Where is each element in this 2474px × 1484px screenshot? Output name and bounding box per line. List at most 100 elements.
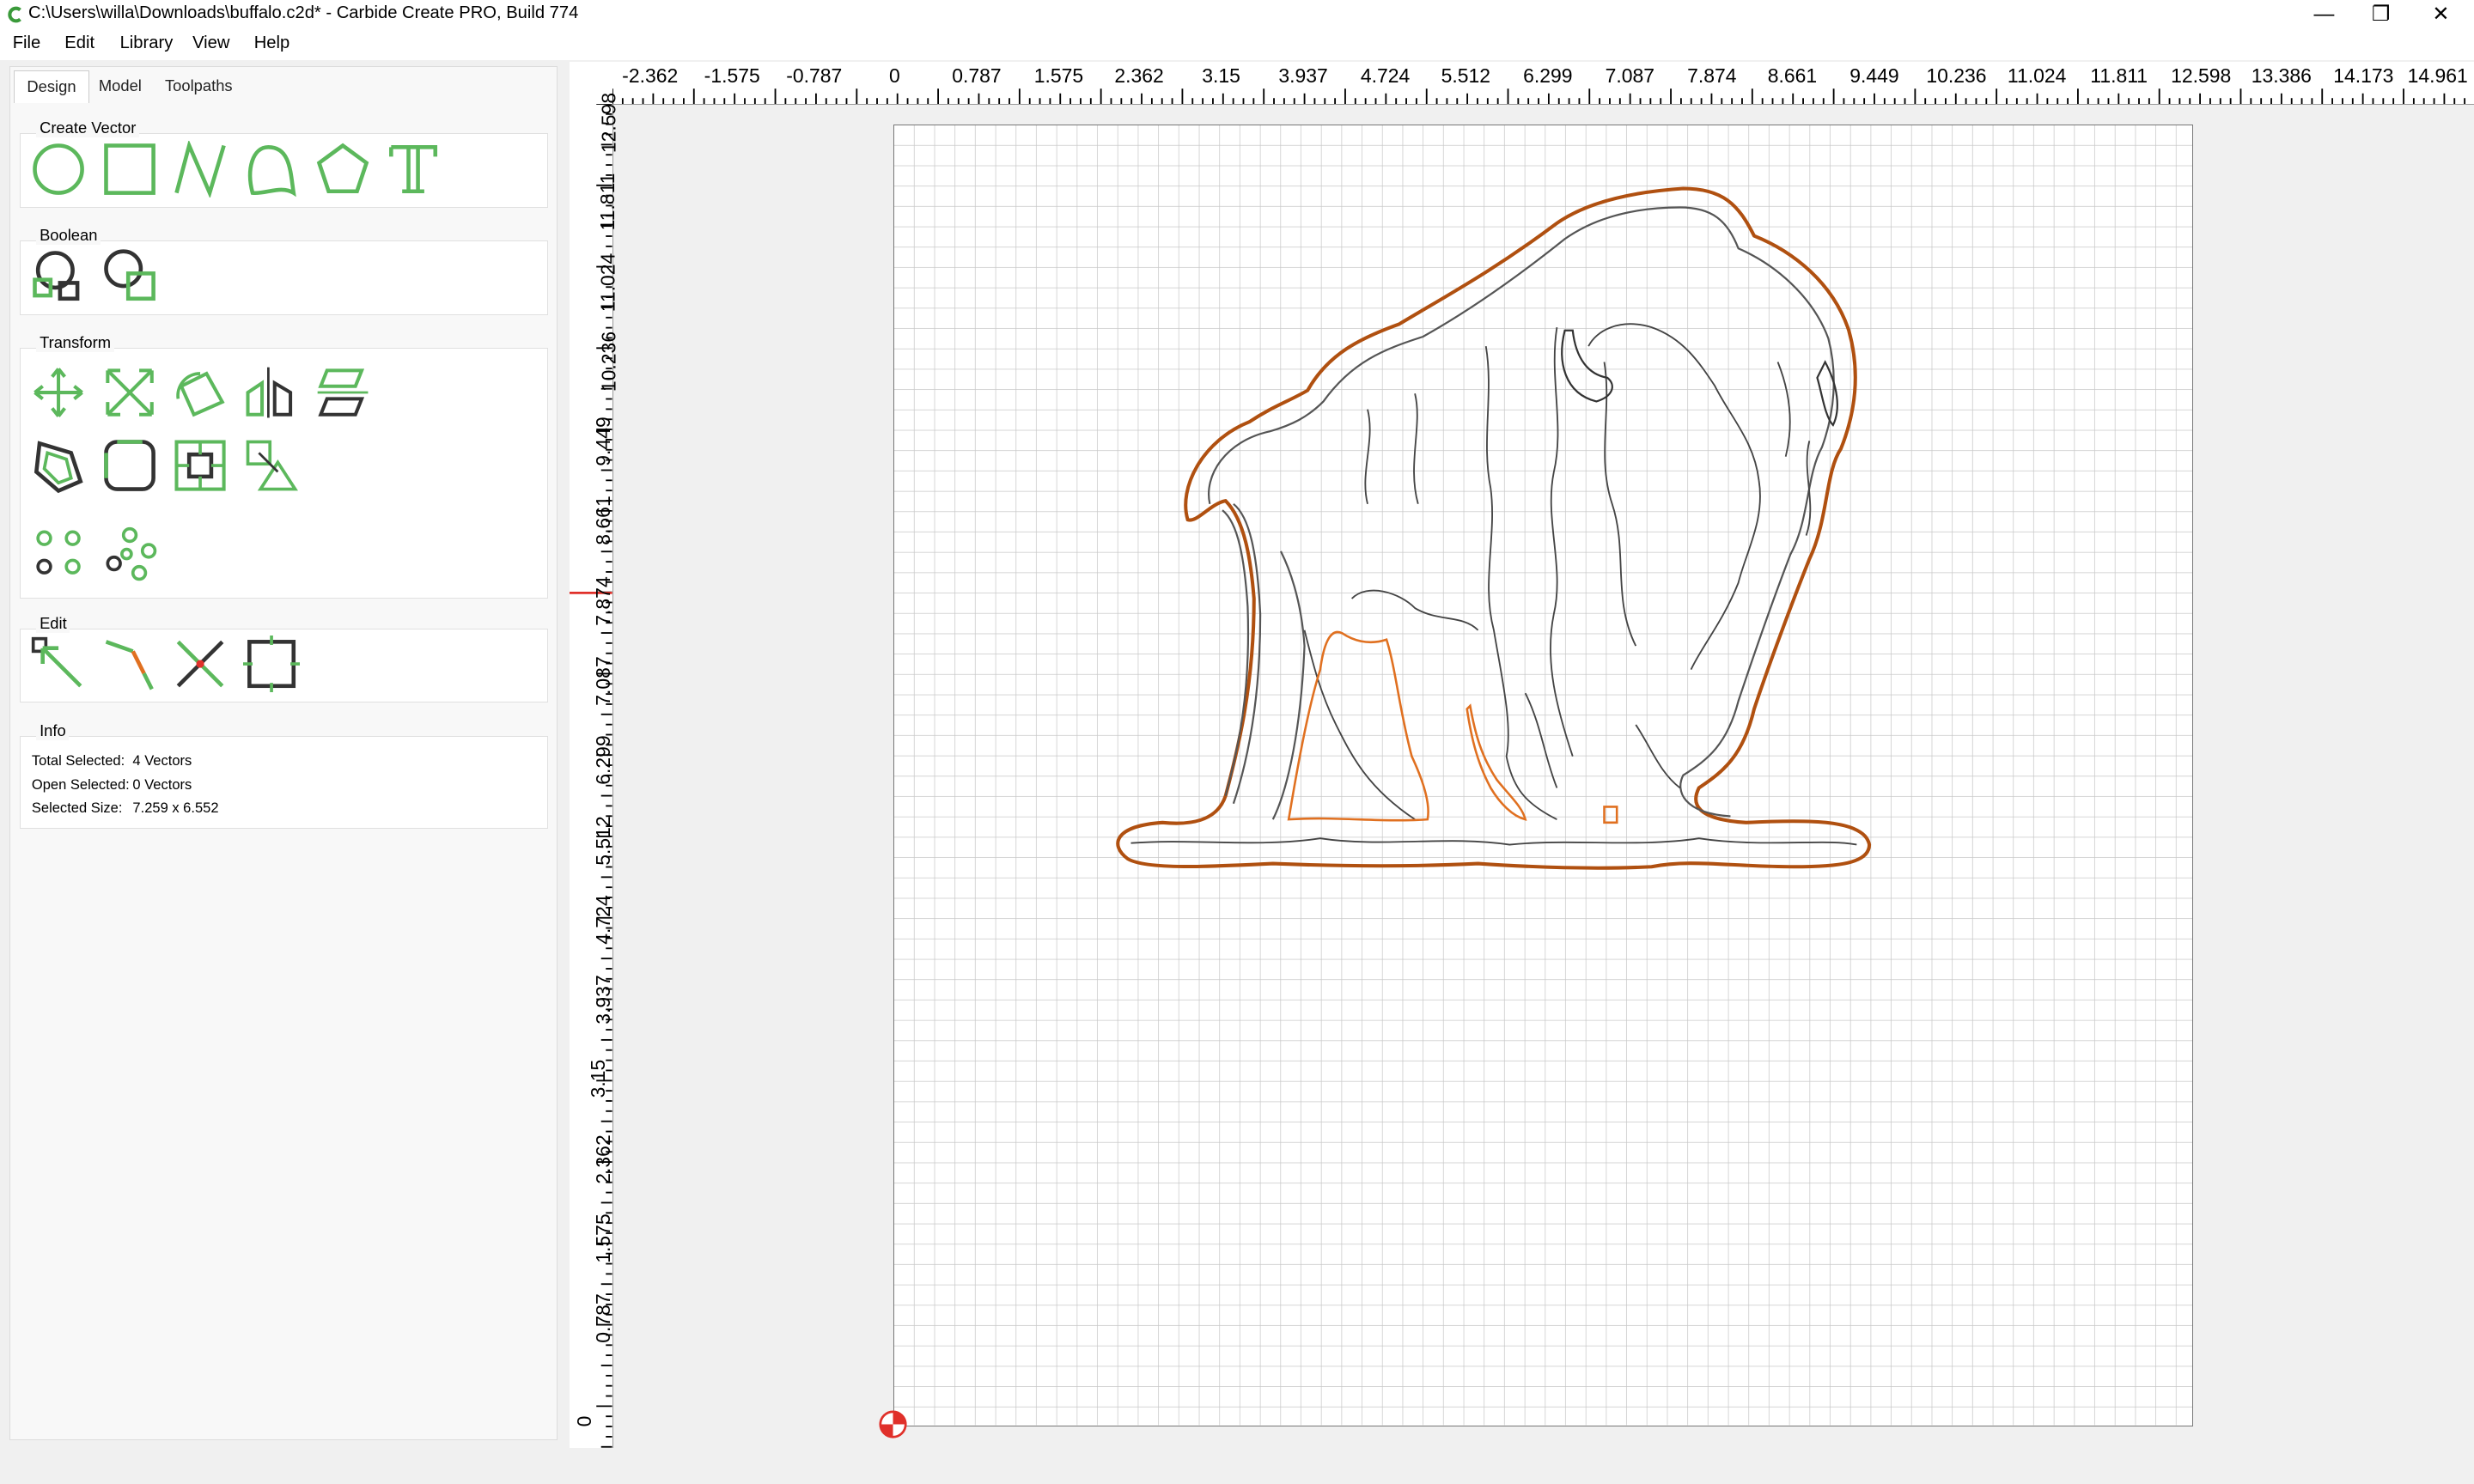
vruler-label: 4.724 <box>592 895 615 945</box>
boolean-group: Boolean <box>20 225 549 315</box>
total-selected-row: Total Selected: 4 Vectors <box>31 752 192 769</box>
menu-file[interactable]: File <box>13 33 41 53</box>
boolean-union-icon[interactable] <box>30 248 87 305</box>
title-bar: C:\Users\willa\Downloads\buffalo.c2d* - … <box>0 0 2474 29</box>
origin-marker-icon <box>879 1410 907 1438</box>
vruler-label: 0.787 <box>592 1293 615 1344</box>
edit-title: Edit <box>36 613 70 633</box>
vruler-label: 0 <box>572 1415 595 1427</box>
boolean-title: Boolean <box>36 225 101 245</box>
transform-title: Transform <box>36 332 114 352</box>
array-circular-icon[interactable] <box>101 526 158 582</box>
vruler-label: 1.575 <box>592 1213 615 1263</box>
restore-button[interactable]: ❐ <box>2351 0 2411 28</box>
menu-help[interactable]: Help <box>254 33 290 53</box>
vruler-label: 5.512 <box>592 816 615 866</box>
hruler-label: 0.787 <box>952 64 1002 88</box>
select-nodes-icon[interactable] <box>30 636 87 692</box>
hruler-label: 13.386 <box>2251 64 2312 88</box>
design-drawing[interactable] <box>893 125 2193 1426</box>
vruler-label: 11.024 <box>596 252 619 312</box>
hruler-label: 1.575 <box>1033 64 1084 88</box>
selected-size-label: Selected Size: <box>31 800 123 817</box>
vruler-label: 3.15 <box>586 1059 609 1098</box>
panel-tabs: Design Model Toolpaths <box>10 67 556 103</box>
tab-design[interactable]: Design <box>13 70 90 103</box>
mirror-tool-icon[interactable] <box>243 364 300 421</box>
vruler-label: 3.937 <box>592 975 615 1025</box>
window-title: C:\Users\willa\Downloads\buffalo.c2d* - … <box>28 3 579 22</box>
fit-to-stock-icon[interactable] <box>172 437 229 494</box>
selected-size-value: 7.259 x 6.552 <box>132 800 219 817</box>
vertical-ruler: 12.598 11.811 11.024 10.236 9.449 8.661 … <box>570 93 620 1449</box>
hruler-label: 10.236 <box>1926 64 1987 88</box>
boundary-box-icon[interactable] <box>243 636 301 693</box>
hruler-label: 7.087 <box>1605 64 1654 88</box>
polyline-tool-icon[interactable] <box>172 139 229 198</box>
tab-toolpaths[interactable]: Toolpaths <box>152 70 245 102</box>
vruler-label: 12.598 <box>597 93 620 154</box>
curve-tool-icon[interactable] <box>243 141 300 198</box>
boolean-subtract-icon[interactable] <box>101 248 158 305</box>
array-grid-icon[interactable] <box>30 526 87 582</box>
text-tool-icon[interactable] <box>385 141 442 198</box>
hruler-label: -1.575 <box>704 64 760 88</box>
hruler-label: 14.961 <box>2407 64 2468 88</box>
polygon-tool-icon[interactable] <box>314 141 371 198</box>
hruler-label: 11.811 <box>2090 64 2148 88</box>
create-vector-group: Create Vector <box>20 118 549 208</box>
menu-view[interactable]: View <box>192 33 229 53</box>
circle-tool-icon[interactable] <box>30 141 87 198</box>
total-selected-label: Total Selected: <box>31 752 125 769</box>
carbide-app-icon <box>8 6 22 22</box>
vruler-label: 2.362 <box>592 1134 615 1184</box>
hruler-label: 14.173 <box>2333 64 2394 88</box>
hruler-label: 5.512 <box>1441 64 1490 88</box>
info-title: Info <box>36 721 70 740</box>
tab-model[interactable]: Model <box>86 70 154 102</box>
scale-tool-icon[interactable] <box>101 364 158 421</box>
hruler-label: 11.024 <box>2007 64 2067 88</box>
hruler-label: 6.299 <box>1523 64 1573 88</box>
horizontal-ruler: -2.362 -1.575 -0.787 0 0.787 1.575 2.362… <box>612 61 2474 106</box>
minimize-button[interactable]: — <box>2294 0 2355 28</box>
vruler-label: 6.299 <box>592 735 615 785</box>
grid <box>893 125 2193 1426</box>
open-selected-value: 0 Vectors <box>132 775 192 793</box>
node-edit-transform-icon[interactable] <box>243 437 300 494</box>
hruler-label: -0.787 <box>786 64 843 88</box>
hruler-label: 9.449 <box>1849 64 1899 88</box>
fillet-tool-icon[interactable] <box>101 437 158 494</box>
total-selected-value: 4 Vectors <box>132 752 192 769</box>
open-selected-label: Open Selected: <box>31 775 130 793</box>
edit-group: Edit <box>20 613 549 703</box>
hruler-label: 3.937 <box>1278 64 1328 88</box>
menu-library[interactable]: Library <box>120 33 174 53</box>
trim-vectors-icon[interactable] <box>172 636 229 692</box>
hruler-label: -2.362 <box>622 64 679 88</box>
vruler-label: 11.811 <box>595 173 618 231</box>
hruler-label: 7.874 <box>1687 64 1737 88</box>
hruler-label: 4.724 <box>1360 64 1411 88</box>
vruler-label: 7.087 <box>592 656 615 707</box>
create-vector-title: Create Vector <box>36 118 139 137</box>
move-tool-icon[interactable] <box>30 364 87 421</box>
vruler-label: 8.661 <box>592 496 615 545</box>
hruler-label: 3.15 <box>1202 64 1240 88</box>
close-button[interactable]: ✕ <box>2410 0 2471 28</box>
open-selected-row: Open Selected: 0 Vectors <box>31 775 192 794</box>
transform-group: Transform <box>20 332 549 599</box>
hruler-label: 0 <box>889 64 900 88</box>
stock-area[interactable] <box>893 125 2194 1426</box>
menu-edit[interactable]: Edit <box>64 33 94 53</box>
offset-tool-icon[interactable] <box>30 437 87 494</box>
join-vectors-icon[interactable] <box>101 636 158 692</box>
rotate-tool-icon[interactable] <box>172 364 229 421</box>
info-group: Info Total Selected: 4 Vectors Open Sele… <box>20 721 549 830</box>
hruler-label: 2.362 <box>1114 64 1164 88</box>
selected-size-row: Selected Size: 7.259 x 6.552 <box>31 800 219 817</box>
align-tool-icon[interactable] <box>314 364 371 421</box>
vruler-label: 9.449 <box>592 417 615 466</box>
menu-bar: File Edit Library View Help <box>0 28 2474 60</box>
rectangle-tool-icon[interactable] <box>101 141 158 198</box>
